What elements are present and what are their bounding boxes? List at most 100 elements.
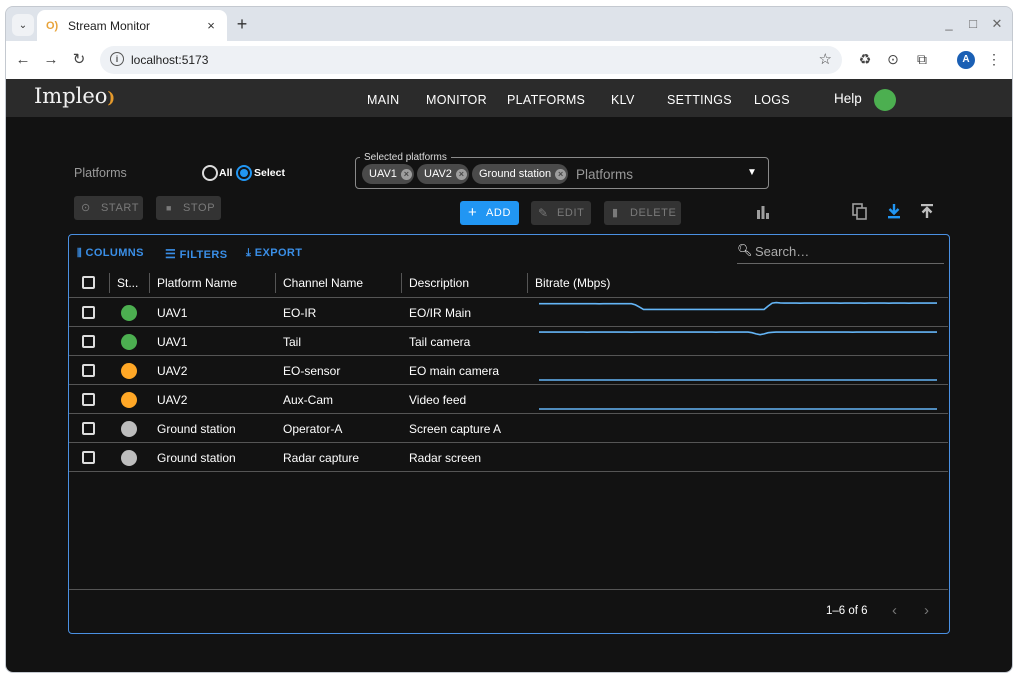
description-cell: Radar screen (409, 451, 482, 465)
row-checkbox[interactable] (82, 364, 95, 377)
close-window-icon[interactable]: ✕ (988, 16, 1006, 32)
export-label: EXPORT (254, 247, 303, 259)
status-indicator (121, 450, 137, 466)
browser-tab[interactable]: O) Stream Monitor × (37, 10, 227, 41)
tab-strip: ⌄ O) Stream Monitor × + _ □ ✕ (6, 7, 1012, 41)
column-separator[interactable] (527, 273, 528, 293)
row-checkbox[interactable] (82, 422, 95, 435)
header-description[interactable]: Description (409, 276, 469, 290)
back-icon[interactable]: ← (13, 50, 33, 70)
radio-all[interactable] (202, 165, 218, 181)
row-checkbox[interactable] (82, 451, 95, 464)
column-separator[interactable] (275, 273, 276, 293)
channel-name-cell: EO-sensor (283, 364, 341, 378)
grid-footer: 1–6 of 6 ‹ › (69, 589, 948, 633)
chip-remove-icon[interactable]: × (455, 169, 467, 180)
chip-label: UAV1 (369, 168, 397, 180)
column-separator[interactable] (149, 273, 150, 293)
description-cell: Screen capture A (409, 422, 502, 436)
prev-page-icon[interactable]: ‹ (892, 602, 897, 619)
minimize-icon[interactable]: _ (940, 16, 958, 31)
maximize-icon[interactable]: □ (964, 16, 982, 31)
browser-window: ⌄ O) Stream Monitor × + _ □ ✕ ← → ↻ i lo… (5, 6, 1013, 673)
select-all-checkbox[interactable] (82, 276, 95, 289)
forward-icon[interactable]: → (41, 50, 61, 70)
download-icon[interactable] (887, 203, 901, 219)
nav-platforms[interactable]: PLATFORMS (507, 93, 585, 107)
chip-uav1[interactable]: UAV1 × (362, 164, 414, 184)
channel-name-cell: Tail (283, 335, 302, 349)
header-channel-name[interactable]: Channel Name (283, 276, 363, 290)
table-row[interactable]: UAV2 EO-sensor EO main camera (69, 356, 948, 385)
bitrate-sparkline (539, 331, 937, 336)
delete-button[interactable]: ▮ DELETE (604, 201, 681, 225)
browser-toolbar: ← → ↻ i localhost:5173 ☆ ♻ ⊙ ⧉ A ⋮ (6, 41, 1012, 79)
table-row[interactable]: UAV1 EO-IR EO/IR Main (69, 298, 948, 327)
nav-settings[interactable]: SETTINGS (667, 93, 732, 107)
edit-button[interactable]: ✎ EDIT (531, 201, 591, 225)
header-status[interactable]: St... (117, 276, 138, 290)
help-link[interactable]: Help (834, 91, 862, 106)
description-cell: Tail camera (409, 335, 471, 349)
logo-mark-icon: ) (107, 88, 116, 107)
bitrate-sparkline (539, 408, 937, 410)
impleo-logo[interactable]: Impleo) (34, 84, 115, 108)
filters-button[interactable]: ☰ FILTERS (165, 247, 227, 261)
columns-button[interactable]: ⫼ COLUMNS (77, 247, 144, 259)
radio-select[interactable] (236, 165, 252, 181)
chip-ground-station[interactable]: Ground station × (472, 164, 568, 184)
bar-chart-icon[interactable] (756, 205, 770, 219)
chip-remove-icon[interactable]: × (555, 169, 567, 180)
dropdown-arrow-icon[interactable]: ▼ (747, 167, 757, 178)
row-checkbox[interactable] (82, 306, 95, 319)
new-tab-button[interactable]: + (232, 14, 252, 34)
selector-placeholder: Platforms (576, 167, 634, 182)
row-checkbox[interactable] (82, 393, 95, 406)
pencil-icon: ✎ (538, 206, 549, 220)
table-row[interactable]: UAV1 Tail Tail camera (69, 327, 948, 356)
nav-monitor[interactable]: MONITOR (426, 93, 487, 107)
table-row[interactable]: UAV2 Aux-Cam Video feed (69, 385, 948, 414)
nav-main[interactable]: MAIN (367, 93, 399, 107)
nav-logs[interactable]: LOGS (754, 93, 790, 107)
platform-name-cell: UAV2 (157, 393, 188, 407)
tab-title: Stream Monitor (68, 18, 151, 33)
browser-menu-icon[interactable]: ⋮ (984, 51, 1004, 68)
platform-name-cell: UAV2 (157, 364, 188, 378)
header-bitrate[interactable]: Bitrate (Mbps) (535, 276, 610, 290)
table-row[interactable]: Ground station Operator-A Screen capture A (69, 414, 948, 443)
start-label: START (101, 202, 140, 214)
stop-button[interactable]: ■ STOP (156, 196, 221, 220)
profile-avatar[interactable]: A (957, 51, 975, 69)
puzzle-icon[interactable]: ⧉ (912, 51, 932, 68)
extension-icon[interactable]: ⊙ (883, 51, 903, 68)
copy-icon[interactable] (852, 203, 868, 220)
streams-data-grid: ⫼ COLUMNS ☰ FILTERS ⤓ EXPORT 🔍︎ Search… … (68, 234, 950, 634)
tab-close-icon[interactable]: × (201, 18, 221, 33)
bookmark-star-icon[interactable]: ☆ (819, 50, 832, 68)
url-text: localhost:5173 (131, 53, 209, 67)
play-circle-icon: ⊙ (81, 202, 91, 214)
chip-uav2[interactable]: UAV2 × (417, 164, 469, 184)
chip-remove-icon[interactable]: × (400, 169, 412, 180)
table-row[interactable]: Ground station Radar capture Radar screen (69, 443, 948, 472)
grid-search-field[interactable]: 🔍︎ Search… (737, 242, 944, 264)
recycle-icon[interactable]: ♻ (855, 51, 875, 68)
bitrate-line (539, 301, 937, 311)
nav-klv[interactable]: KLV (611, 93, 635, 107)
reload-icon[interactable]: ↻ (69, 50, 89, 70)
tab-search-button[interactable]: ⌄ (12, 14, 34, 36)
export-button[interactable]: ⤓ EXPORT (246, 247, 302, 260)
search-input[interactable]: Search… (755, 244, 809, 259)
row-checkbox[interactable] (82, 335, 95, 348)
start-button[interactable]: ⊙ START (74, 196, 143, 220)
column-separator[interactable] (401, 273, 402, 293)
site-info-icon[interactable]: i (110, 52, 124, 66)
column-separator[interactable] (109, 273, 110, 293)
next-page-icon[interactable]: › (924, 602, 929, 619)
add-button[interactable]: + ADD (460, 201, 519, 225)
header-platform-name[interactable]: Platform Name (157, 276, 237, 290)
description-cell: EO main camera (409, 364, 500, 378)
address-bar[interactable]: i localhost:5173 ☆ (100, 46, 842, 74)
upload-icon[interactable] (920, 203, 934, 219)
